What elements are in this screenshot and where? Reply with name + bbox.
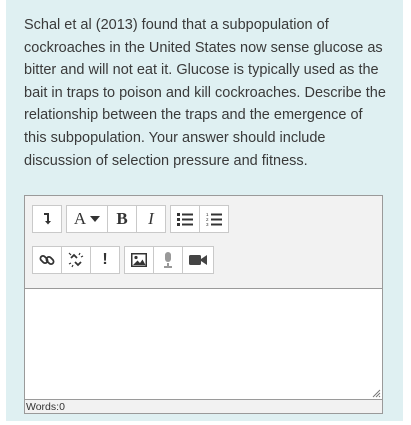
record-audio-button[interactable] <box>153 246 183 274</box>
microphone-icon <box>164 252 172 268</box>
answer-textarea[interactable] <box>24 288 383 400</box>
record-video-button[interactable] <box>182 246 214 274</box>
unordered-list-button[interactable] <box>170 205 200 233</box>
toolbar-row-1: A B I 1 2 3 <box>32 205 229 233</box>
unlink-button[interactable] <box>61 246 91 274</box>
arrow-down-icon <box>44 213 51 225</box>
ordered-list-button[interactable]: 1 2 3 <box>199 205 229 233</box>
bullet-list-icon <box>177 213 193 226</box>
unlink-icon <box>68 252 84 268</box>
link-icon <box>39 255 55 265</box>
bold-label: B <box>116 209 128 228</box>
answer-editor: A B I 1 2 3 ! Words:0 <box>24 195 383 414</box>
collapse-toolbar-button[interactable] <box>32 205 62 233</box>
font-color-label: A <box>73 209 87 228</box>
toolbar-group-style: A B I <box>66 205 166 233</box>
toolbar-group-media <box>124 246 214 274</box>
caret-down-icon <box>90 216 101 222</box>
toolbar-group-collapse <box>32 205 62 233</box>
image-icon <box>131 253 147 267</box>
font-color-button[interactable]: A <box>66 205 108 233</box>
numbered-list-icon: 1 2 3 <box>206 212 222 226</box>
svg-text:3: 3 <box>206 222 209 226</box>
image-button[interactable] <box>124 246 154 274</box>
word-count: Words:0 <box>26 401 65 413</box>
toolbar-group-links: ! <box>32 246 120 274</box>
toolbar-group-lists: 1 2 3 <box>170 205 229 233</box>
toolbar-row-2: ! <box>32 246 214 274</box>
link-button[interactable] <box>32 246 62 274</box>
italic-button[interactable]: I <box>136 205 166 233</box>
question-text: Schal et al (2013) found that a subpopul… <box>24 17 386 169</box>
italic-label: I <box>148 209 154 228</box>
emoticon-label: ! <box>102 251 108 268</box>
resize-grip-icon[interactable] <box>371 388 381 398</box>
bold-button[interactable]: B <box>107 205 137 233</box>
video-camera-icon <box>189 255 207 265</box>
emoticon-button[interactable]: ! <box>90 246 120 274</box>
